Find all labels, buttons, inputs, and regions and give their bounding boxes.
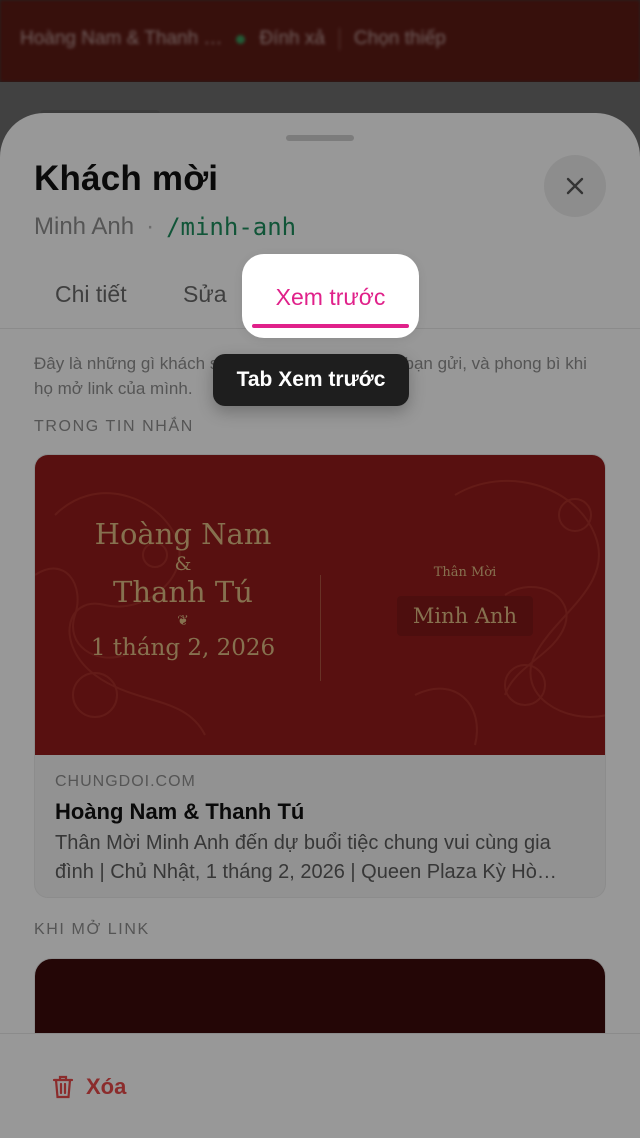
link-preview-card[interactable]: Hoàng Nam & Thanh Tú ❦ 1 tháng 2, 2026 T… bbox=[34, 454, 606, 898]
divider bbox=[320, 575, 321, 681]
sheet-footer: Xóa bbox=[0, 1033, 640, 1138]
background-project-title: Hoàng Nam & Thanh … bbox=[20, 28, 223, 49]
guest-subtitle: Minh Anh · /minh-anh bbox=[34, 213, 296, 241]
tab-active-indicator bbox=[252, 324, 409, 328]
tab-details[interactable]: Chi tiết bbox=[55, 281, 127, 308]
link-title: Hoàng Nam & Thanh Tú bbox=[55, 799, 305, 824]
invite-guest-name: Minh Anh bbox=[396, 596, 534, 636]
section-heading-link: KHI MỞ LINK bbox=[34, 921, 150, 938]
background-status-link: Đính xả bbox=[259, 28, 325, 49]
delete-button[interactable]: Xóa bbox=[52, 1074, 126, 1100]
wedding-date: 1 tháng 2, 2026 bbox=[90, 635, 276, 661]
section-heading-message: TRONG TIN NHẮN bbox=[34, 418, 194, 435]
guest-block: Thân Mời Minh Anh bbox=[375, 565, 555, 636]
tooltip: Tab Xem trước bbox=[213, 354, 409, 406]
background-topbar: Hoàng Nam & Thanh … Đính xả Chọn thiếp bbox=[0, 0, 640, 82]
divider bbox=[338, 28, 340, 50]
link-site: CHUNGDOI.COM bbox=[55, 773, 196, 790]
invitation-image: Hoàng Nam & Thanh Tú ❦ 1 tháng 2, 2026 T… bbox=[35, 455, 605, 755]
guest-slug: /minh-anh bbox=[166, 213, 297, 241]
status-dot bbox=[236, 34, 246, 44]
couple-block: Hoàng Nam & Thanh Tú ❦ 1 tháng 2, 2026 bbox=[65, 517, 301, 661]
link-description: Thân Mời Minh Anh đến dự buổi tiệc chung… bbox=[55, 832, 557, 883]
separator: · bbox=[146, 213, 155, 240]
close-icon bbox=[566, 177, 584, 195]
link-meta: CHUNGDOI.COM Hoàng Nam & Thanh Tú Thân M… bbox=[55, 773, 590, 887]
trash-icon bbox=[52, 1075, 74, 1099]
delete-label: Xóa bbox=[86, 1074, 127, 1099]
groom-name: Hoàng Nam bbox=[94, 517, 272, 551]
ampersand: & bbox=[174, 553, 192, 575]
drag-handle[interactable] bbox=[286, 135, 354, 141]
sheet-title: Khách mời bbox=[34, 159, 219, 198]
bride-name: Thanh Tú bbox=[113, 575, 253, 609]
ornament-icon: ❦ bbox=[177, 613, 189, 629]
close-button[interactable] bbox=[544, 155, 606, 217]
tab-edit[interactable]: Sửa bbox=[183, 281, 227, 308]
guest-name: Minh Anh bbox=[34, 213, 135, 240]
background-action-link: Chọn thiếp bbox=[353, 28, 446, 49]
invite-label: Thân Mời bbox=[433, 565, 497, 580]
tab-preview[interactable]: Xem trước bbox=[242, 254, 419, 338]
tab-preview-label: Xem trước bbox=[275, 284, 386, 310]
